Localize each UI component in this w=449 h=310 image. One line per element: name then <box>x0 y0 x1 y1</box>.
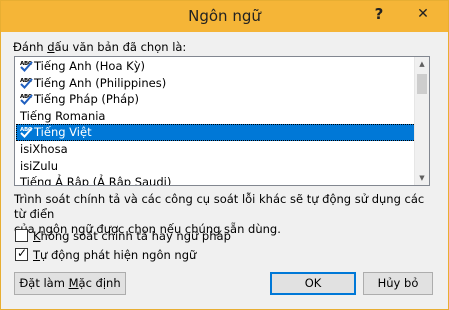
auto-detect-checkbox[interactable]: ✓ <box>15 246 28 261</box>
language-item[interactable]: ABC Tiếng Anh (Hoa Kỳ) <box>16 58 416 75</box>
language-item[interactable]: Tiếng Romania <box>16 108 416 125</box>
no-proof-checkbox[interactable] <box>15 229 28 242</box>
info-line-1: Trình soát chính tả và các công cụ soát … <box>14 192 425 221</box>
no-proof-mnemonic: K <box>33 229 41 243</box>
language-item[interactable]: ABC Tiếng Anh (Philippines) <box>16 75 416 92</box>
scroll-up-arrow[interactable]: ▲ <box>415 57 429 71</box>
auto-detect-label: ự động phát hiện ngôn ngữ <box>40 248 197 262</box>
language-listbox[interactable]: ABC Tiếng Anh (Hoa Kỳ) ABC Tiếng Anh (Phili… <box>14 56 430 186</box>
auto-detect-mnemonic: T <box>33 248 41 262</box>
language-label: Tiếng Anh (Philippines) <box>34 75 167 90</box>
language-label: Tiếng Romania <box>20 108 106 123</box>
help-button[interactable]: ? <box>367 3 391 27</box>
prompt-mnemonic: d <box>47 40 55 54</box>
language-item[interactable]: ABC Tiếng Pháp (Pháp) <box>16 91 416 108</box>
set-default-pre: Đặt làm <box>19 276 69 290</box>
close-button[interactable]: ✕ <box>400 1 446 29</box>
scroll-down-arrow[interactable]: ▼ <box>415 171 429 185</box>
language-item[interactable]: isiXhosa <box>16 141 416 158</box>
language-label: Tiếng Việt <box>34 125 92 140</box>
spellcheck-icon: ABC <box>20 59 33 72</box>
set-default-button[interactable]: Đặt làm Mặc định <box>14 272 126 295</box>
language-dialog: Ngôn ngữ ? ✕ Đánh dấu văn bản đã chọn là… <box>0 0 449 310</box>
language-item[interactable]: Tiếng Ả Rập (Ả Rập Saudi) <box>16 174 416 186</box>
language-item[interactable]: isiZulu <box>16 158 416 175</box>
language-item[interactable]: ABC Tiếng Việt <box>16 124 416 141</box>
spellcheck-icon: ABC <box>20 76 33 89</box>
prompt-text-post: ấu văn bản đã chọn là: <box>54 40 187 54</box>
spellcheck-icon: ABC <box>20 125 33 139</box>
cancel-button[interactable]: Hủy bỏ <box>363 272 433 295</box>
language-label: isiZulu <box>20 158 59 173</box>
no-proof-label: hông soát chính tả hay ngữ pháp <box>40 229 231 243</box>
set-default-mnemonic: M <box>68 276 79 290</box>
ok-button[interactable]: OK <box>270 272 356 295</box>
scroll-thumb[interactable] <box>417 74 427 94</box>
language-list: ABC Tiếng Anh (Hoa Kỳ) ABC Tiếng Anh (Phili… <box>16 58 416 186</box>
auto-detect-check-icon: ✓ <box>17 246 28 260</box>
spellcheck-icon: ABC <box>20 92 33 106</box>
language-label: isiXhosa <box>20 141 68 156</box>
language-label: Tiếng Pháp (Pháp) <box>34 92 139 107</box>
list-scrollbar[interactable]: ▲ ▼ <box>414 57 429 185</box>
language-label: Tiếng Anh (Hoa Kỳ) <box>34 59 145 73</box>
title-bar: Ngôn ngữ ? ✕ <box>1 1 448 32</box>
auto-detect-option[interactable]: ✓ Tự động phát hiện ngôn ngữ <box>15 246 197 264</box>
no-proof-option[interactable]: Không soát chính tả hay ngữ pháp <box>15 229 231 245</box>
prompt-label: Đánh dấu văn bản đã chọn là: <box>13 40 186 54</box>
set-default-post: ặc định <box>78 276 121 290</box>
language-label: Tiếng Ả Rập (Ả Rập Saudi) <box>20 175 172 186</box>
prompt-text-pre: Đánh <box>13 40 48 54</box>
